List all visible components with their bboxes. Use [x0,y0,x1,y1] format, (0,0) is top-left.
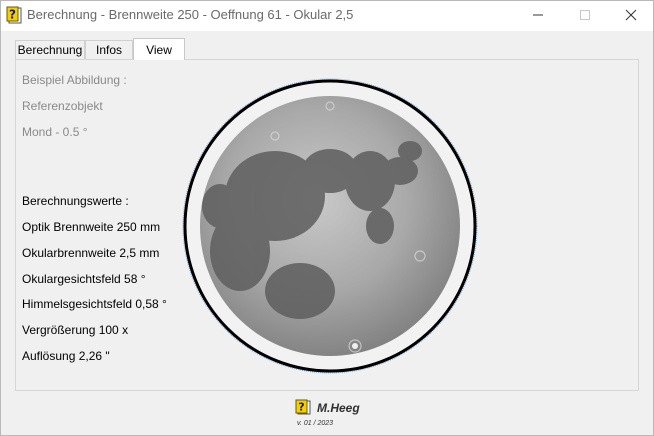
tab-view[interactable]: View [133,38,185,60]
svg-text:?: ? [9,8,16,22]
moon-label: Mond - 0.5 ° [22,125,88,139]
window-title: Berechnung - Brennweite 250 - Oeffnung 6… [27,7,354,22]
example-heading: Beispiel Abbildung : [22,73,127,87]
view-tab-panel: Beispiel Abbildung : Referenzobjekt Mond… [15,59,639,391]
close-button[interactable] [608,1,654,29]
value-true-field: Himmelsgesichtsfeld 0,58 ° [22,297,167,311]
calc-heading: Berechnungswerte : [22,194,129,208]
reference-object-label: Referenzobjekt [22,99,103,113]
value-resolution: Auflösung 2,26 " [22,349,110,363]
value-apparent-field: Okulargesichtsfeld 58 ° [22,272,146,286]
tab-infos[interactable]: Infos [85,40,133,59]
value-eyepiece-focal-length: Okularbrennweite 2,5 mm [22,246,160,260]
author-help-icon: ? [295,399,311,415]
maximize-icon [580,10,590,20]
minimize-button[interactable] [515,1,561,29]
value-focal-length: Optik Brennweite 250 mm [22,220,161,234]
maximize-button[interactable] [562,1,608,29]
app-window: ? Berechnung - Brennweite 250 - Oeffnung… [0,0,654,436]
tab-berechnung[interactable]: Berechnung [15,40,85,59]
version-label: v. 01 / 2023 [297,420,334,427]
svg-text:?: ? [298,401,304,414]
minimize-icon [533,14,543,16]
moon-image [180,76,480,376]
close-icon [625,9,637,21]
author-name: M.Heeg [317,401,360,415]
title-bar[interactable]: ? Berechnung - Brennweite 250 - Oeffnung… [1,1,653,31]
value-magnification: Vergrößerung 100 x [22,323,129,337]
help-question-icon: ? [6,6,22,24]
